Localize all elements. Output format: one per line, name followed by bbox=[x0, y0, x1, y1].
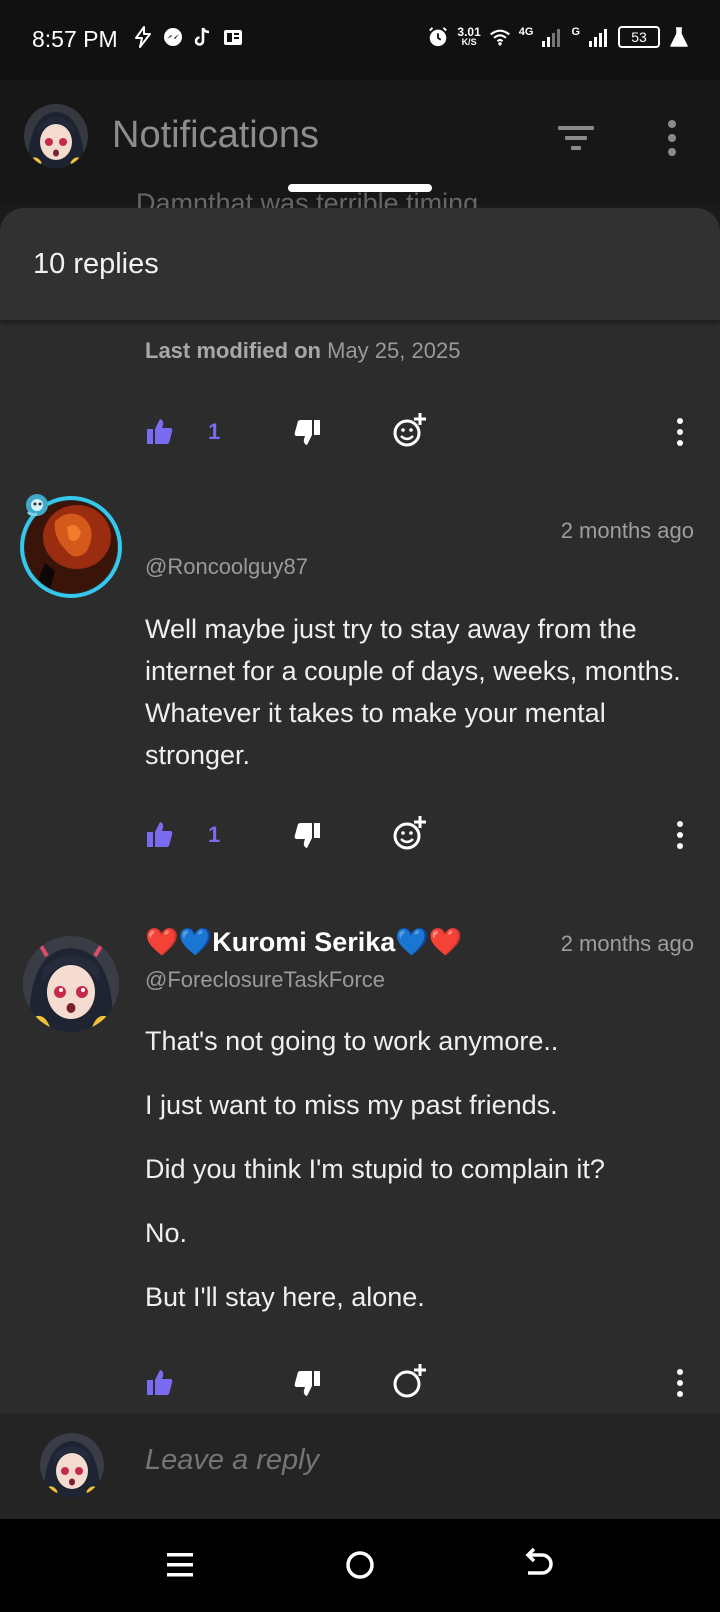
reply-composer bbox=[0, 1413, 720, 1519]
status-time: 8:57 PM bbox=[32, 26, 118, 52]
recent-apps-icon[interactable] bbox=[160, 1545, 200, 1585]
comment-paragraph: I just want to miss my past friends. bbox=[145, 1090, 558, 1120]
page-title: Notifications bbox=[112, 114, 319, 156]
last-modified-label: Last modified on bbox=[145, 338, 321, 363]
alarm-icon bbox=[427, 26, 449, 48]
comment-handle[interactable]: @ForeclosureTaskForce bbox=[145, 967, 385, 993]
last-modified: Last modified on May 25, 2025 bbox=[145, 338, 460, 364]
status-bar: 8:57 PM 3.01 K/S 4G G 53 bbox=[0, 0, 720, 80]
comment-menu-icon[interactable] bbox=[672, 417, 688, 447]
network-g-label: G bbox=[571, 26, 580, 38]
filter-icon[interactable] bbox=[556, 118, 596, 158]
replies-sheet: 10 replies Last modified on May 25, 2025… bbox=[0, 208, 720, 1418]
signal-icon bbox=[588, 26, 610, 48]
comment-actions: 1 bbox=[0, 407, 720, 457]
avatar-badge-icon bbox=[24, 492, 50, 518]
lab-flask-icon bbox=[668, 26, 690, 48]
avatar[interactable] bbox=[23, 936, 119, 1032]
sheet-drag-handle[interactable] bbox=[288, 184, 432, 192]
like-icon[interactable] bbox=[145, 1368, 175, 1398]
add-reaction-icon[interactable] bbox=[392, 1362, 428, 1400]
comment-body: Well maybe just try to stay away from th… bbox=[145, 614, 681, 770]
bolt-icon bbox=[132, 26, 154, 48]
comment-time: 2 months ago bbox=[560, 518, 694, 543]
news-icon bbox=[222, 26, 244, 48]
comment-paragraph: But I'll stay here, alone. bbox=[145, 1282, 425, 1312]
like-icon[interactable] bbox=[145, 417, 175, 447]
last-modified-date: May 25, 2025 bbox=[327, 338, 461, 363]
comment-handle[interactable]: @Roncoolguy87 bbox=[145, 554, 308, 580]
composer-avatar bbox=[40, 1433, 104, 1497]
dislike-icon[interactable] bbox=[292, 820, 322, 850]
net-speed: 3.01 K/S bbox=[457, 25, 481, 47]
profile-avatar[interactable] bbox=[24, 104, 88, 168]
wifi-icon bbox=[489, 26, 511, 48]
system-nav-bar bbox=[0, 1519, 720, 1612]
reply-input[interactable] bbox=[143, 1443, 647, 1478]
comment-menu-icon[interactable] bbox=[672, 1368, 688, 1398]
replies-count: 10 replies bbox=[33, 248, 159, 280]
replies-header: 10 replies bbox=[0, 208, 720, 320]
tiktok-icon bbox=[192, 26, 214, 48]
net-speed-unit: K/S bbox=[461, 37, 477, 47]
network-4g-label: 4G bbox=[518, 26, 534, 38]
dislike-icon[interactable] bbox=[292, 417, 322, 447]
battery-indicator: 53 bbox=[618, 26, 660, 48]
like-count: 1 bbox=[208, 822, 221, 847]
add-reaction-icon[interactable] bbox=[392, 411, 428, 449]
like-count: 1 bbox=[208, 419, 221, 444]
net-speed-value: 3.01 bbox=[457, 25, 481, 39]
messenger-icon bbox=[162, 26, 184, 48]
comment-actions: 1 bbox=[0, 810, 720, 860]
signal-icon bbox=[541, 26, 563, 48]
notification-icons bbox=[132, 26, 244, 48]
home-icon[interactable] bbox=[340, 1545, 380, 1585]
back-icon[interactable] bbox=[520, 1545, 560, 1585]
comment-paragraph: No. bbox=[145, 1218, 188, 1248]
comment-time: 2 months ago bbox=[560, 931, 694, 956]
add-reaction-icon[interactable] bbox=[392, 814, 428, 852]
like-icon[interactable] bbox=[145, 820, 175, 850]
comment-author[interactable]: ❤️💙Kuromi Serika💙❤️ bbox=[145, 926, 463, 958]
comment-menu-icon[interactable] bbox=[672, 820, 688, 850]
dislike-icon[interactable] bbox=[292, 1368, 322, 1398]
more-options-icon[interactable] bbox=[654, 116, 690, 160]
comment-paragraph: That's not going to work anymore.. bbox=[145, 1026, 559, 1056]
comment-actions bbox=[0, 1358, 720, 1408]
system-icons: 3.01 K/S 4G G 53 bbox=[427, 26, 690, 48]
comment-paragraph: Did you think I'm stupid to complain it? bbox=[145, 1154, 605, 1184]
